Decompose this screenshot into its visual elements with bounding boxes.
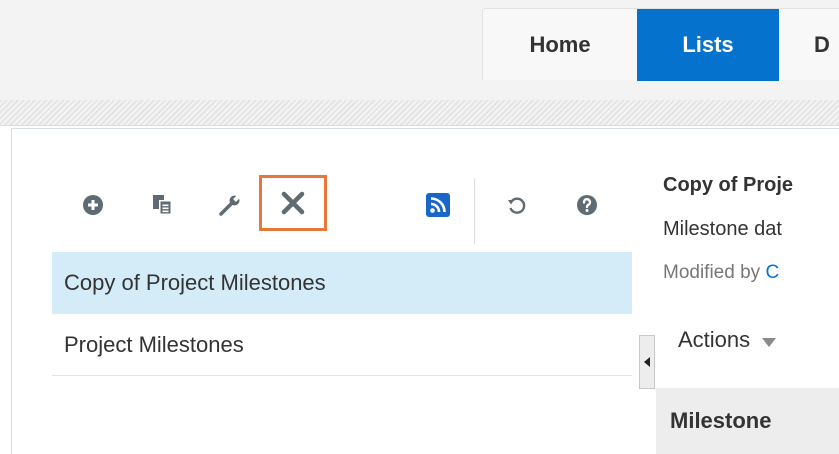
actions-menu[interactable]: Actions [678, 322, 777, 358]
list-detail-title: Copy of Proje [663, 174, 794, 196]
modified-by-label: Modified by [663, 262, 761, 283]
help-button[interactable] [572, 176, 602, 234]
rss-icon [426, 193, 450, 217]
copy-list-button[interactable] [148, 176, 178, 234]
tab-lists[interactable]: Lists [637, 9, 779, 81]
panel-collapse-handle[interactable] [639, 335, 655, 389]
copy-icon [153, 195, 172, 215]
list-detail-description: Milestone dat [663, 218, 782, 240]
tab-home[interactable]: Home [483, 9, 637, 81]
refresh-button[interactable] [502, 176, 532, 234]
close-icon [281, 191, 305, 215]
main-nav-tabs: Home Lists D [482, 8, 839, 81]
top-bar: Home Lists D [0, 0, 839, 100]
wrench-icon [219, 193, 242, 216]
lists-panel: Copy of Project Milestones Project Miles… [52, 252, 632, 376]
list-item[interactable]: Project Milestones [52, 314, 632, 376]
toolbar-separator [474, 178, 475, 244]
add-icon [83, 195, 103, 215]
actions-label: Actions [678, 327, 751, 352]
modified-by-line: Modified by C [663, 262, 779, 284]
modified-by-user-link[interactable]: C [765, 262, 779, 283]
rss-feed-button[interactable] [423, 176, 453, 234]
column-header-milestone[interactable]: Milestone [656, 388, 839, 454]
delete-list-button[interactable] [259, 175, 327, 231]
tab-truncated[interactable]: D [779, 9, 839, 81]
refresh-icon [508, 197, 526, 214]
edit-list-button[interactable] [215, 176, 245, 234]
caret-down-icon [762, 337, 777, 347]
add-list-button[interactable] [78, 176, 108, 234]
list-item[interactable]: Copy of Project Milestones [52, 252, 632, 314]
chevron-left-icon [644, 357, 650, 367]
header-divider [0, 100, 839, 126]
help-icon [577, 195, 597, 215]
